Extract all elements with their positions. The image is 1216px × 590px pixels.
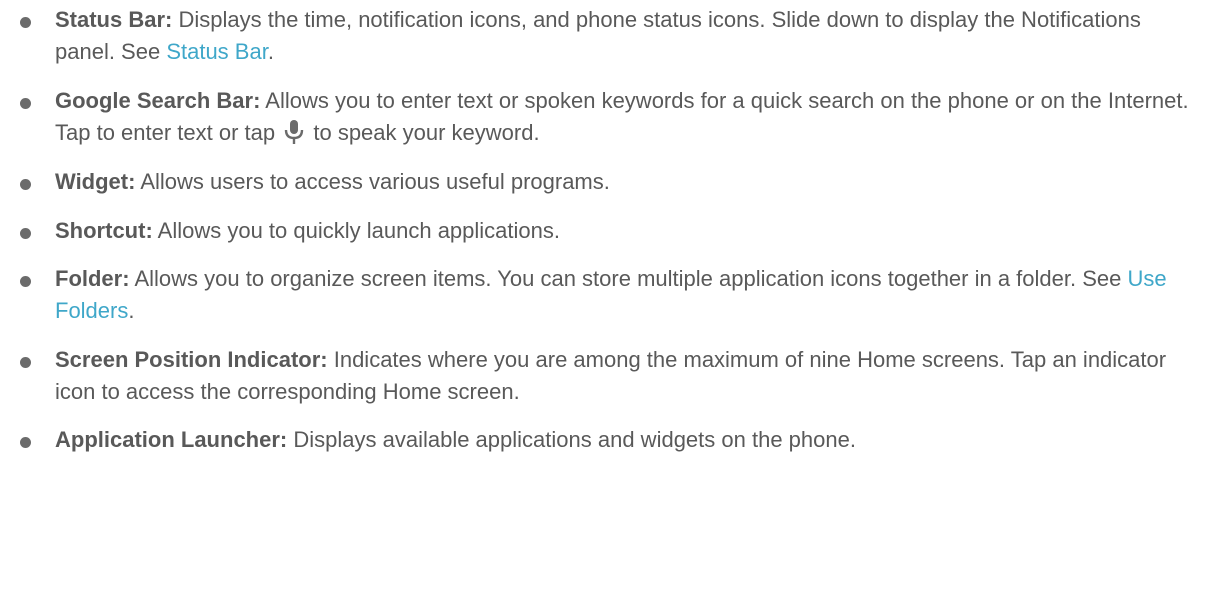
- description-text: Allows you to organize screen items. You…: [129, 266, 1128, 291]
- bullet-icon: [20, 228, 31, 239]
- term-label: Status Bar:: [55, 7, 173, 32]
- list-item-text: Screen Position Indicator: Indicates whe…: [55, 344, 1205, 408]
- trailing-text: .: [267, 39, 274, 64]
- description-text: Displays available applications and widg…: [287, 427, 856, 452]
- list-item-text: Application Launcher: Displays available…: [55, 424, 1205, 456]
- term-label: Screen Position Indicator:: [55, 347, 328, 372]
- list-item-text: Widget: Allows users to access various u…: [55, 166, 1205, 198]
- bullet-icon: [20, 357, 31, 368]
- status-bar-link[interactable]: Status Bar: [166, 39, 268, 64]
- term-label: Google Search Bar:: [55, 88, 261, 113]
- trailing-text: .: [128, 298, 135, 323]
- description-text: Allows users to access various useful pr…: [135, 169, 610, 194]
- list-item-text: Google Search Bar: Allows you to enter t…: [55, 85, 1205, 149]
- bullet-icon: [20, 276, 31, 287]
- trailing-text: to speak your keyword.: [307, 120, 540, 145]
- list-item-text: Folder: Allows you to organize screen it…: [55, 263, 1205, 327]
- bullet-icon: [20, 179, 31, 190]
- list-item-text: Shortcut: Allows you to quickly launch a…: [55, 215, 1205, 247]
- term-label: Shortcut:: [55, 218, 153, 243]
- bullet-icon: [20, 437, 31, 448]
- term-label: Folder:: [55, 266, 130, 291]
- description-text: Allows you to quickly launch application…: [152, 218, 560, 243]
- term-label: Application Launcher:: [55, 427, 288, 452]
- bullet-icon: [20, 17, 31, 28]
- list-item-text: Status Bar: Displays the time, notificat…: [55, 4, 1205, 68]
- microphone-icon: [283, 119, 305, 145]
- bullet-icon: [20, 98, 31, 109]
- term-label: Widget:: [55, 169, 136, 194]
- document-page: Status Bar: Displays the time, notificat…: [0, 0, 1216, 590]
